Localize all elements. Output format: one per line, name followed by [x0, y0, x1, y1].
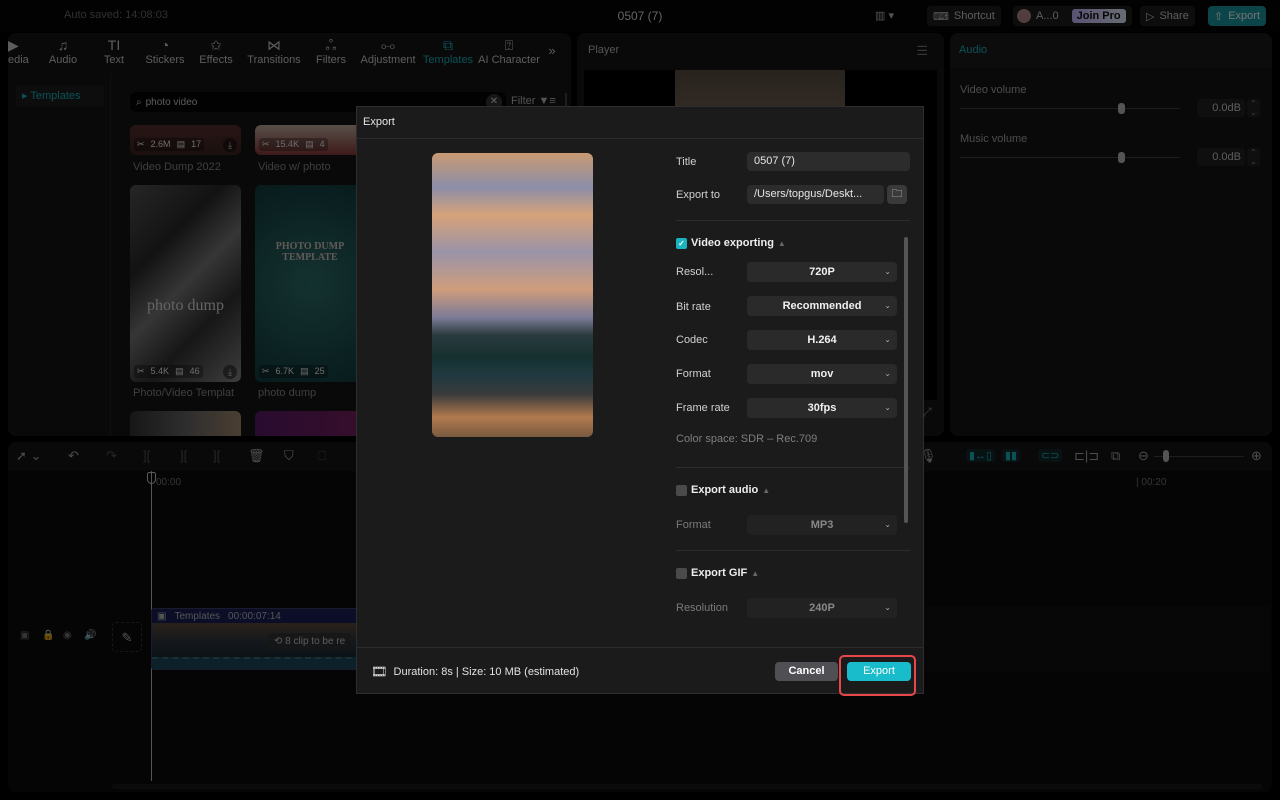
title-label: Title: [676, 156, 697, 168]
format-label: Format: [676, 368, 711, 380]
export-button-highlight: [839, 655, 916, 696]
cancel-button[interactable]: Cancel: [775, 662, 838, 681]
film-icon: 🎞: [371, 664, 388, 679]
gif-resolution-label: Resolution: [676, 602, 728, 614]
export-to-label: Export to: [676, 189, 721, 201]
export-gif-toggle[interactable]: Export GIF ▲: [676, 567, 759, 579]
frame-rate-label: Frame rate: [676, 402, 730, 414]
export-audio-toggle[interactable]: Export audio ▲: [676, 484, 770, 496]
color-space-info: Color space: SDR – Rec.709: [676, 433, 818, 445]
collapse-icon[interactable]: ▲: [778, 239, 786, 248]
bitrate-select[interactable]: Recommended ⌄: [747, 296, 897, 316]
title-input[interactable]: 0507 (7): [747, 152, 910, 171]
audio-format-label: Format: [676, 519, 711, 531]
video-exporting-toggle[interactable]: ✓ Video exporting ▲: [676, 237, 786, 249]
resolution-label: Resol...: [676, 266, 714, 278]
dialog-title: Export: [363, 116, 395, 128]
codec-label: Codec: [676, 334, 708, 346]
checkbox-unchecked-icon[interactable]: [676, 484, 687, 496]
format-select[interactable]: mov ⌄: [747, 364, 897, 384]
frame-rate-select[interactable]: 30fps ⌄: [747, 398, 897, 418]
audio-format-select[interactable]: MP3 ⌄: [747, 515, 897, 535]
settings-scrollbar[interactable]: [904, 237, 908, 523]
collapse-icon[interactable]: ▲: [751, 569, 759, 578]
duration-size-info: 🎞 Duration: 8s | Size: 10 MB (estimated): [371, 664, 580, 679]
codec-select[interactable]: H.264 ⌄: [747, 330, 897, 350]
resolution-select[interactable]: 720P ⌄: [747, 262, 897, 282]
gif-resolution-select[interactable]: 240P ⌄: [747, 598, 897, 618]
export-preview: [432, 153, 593, 437]
chevron-down-icon: ⌄: [884, 369, 891, 378]
export-path-input[interactable]: /Users/topgus/Deskt...: [747, 185, 884, 204]
checkbox-checked-icon[interactable]: ✓: [676, 237, 687, 249]
chevron-down-icon: ⌄: [884, 603, 891, 612]
checkbox-unchecked-icon[interactable]: [676, 567, 687, 579]
chevron-down-icon: ⌄: [884, 267, 891, 276]
export-dialog: Export Title 0507 (7) Export to /Users/t…: [356, 106, 924, 694]
bitrate-label: Bit rate: [676, 301, 711, 313]
chevron-down-icon: ⌄: [884, 335, 891, 344]
chevron-down-icon: ⌄: [884, 301, 891, 310]
chevron-down-icon: ⌄: [884, 520, 891, 529]
folder-icon[interactable]: 🗀: [887, 185, 907, 204]
chevron-down-icon: ⌄: [884, 403, 891, 412]
collapse-icon[interactable]: ▲: [762, 486, 770, 495]
